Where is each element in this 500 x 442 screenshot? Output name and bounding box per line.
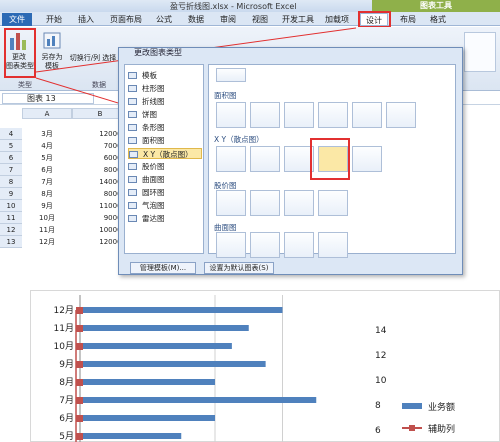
surface-subtype-thumb[interactable]	[250, 232, 280, 258]
bar	[80, 361, 266, 367]
scatter-chart-icon	[129, 151, 138, 158]
category-item[interactable]: 条形图	[128, 122, 165, 133]
area-subtype-thumb[interactable]	[216, 102, 246, 128]
marker	[76, 307, 83, 314]
surface-subtype-thumb[interactable]	[284, 232, 314, 258]
category-item[interactable]: 面积图	[128, 135, 165, 146]
doughnut-chart-icon	[128, 189, 137, 196]
category-item[interactable]: 圆环图	[128, 187, 165, 198]
folder-icon	[128, 72, 137, 79]
category-label: 曲面图	[142, 175, 165, 184]
stock-subtype-thumb[interactable]	[318, 190, 348, 216]
legend-label: 业务额	[428, 401, 455, 413]
area-subtype-thumb[interactable]	[250, 102, 280, 128]
bar-chart: 5月 6月 7月 8月 9月 10月 11月 12月 6 8 10 12 14 业务额辅助列	[54, 295, 455, 442]
y2-tick-label: 14	[375, 326, 387, 336]
category-item[interactable]: 气泡图	[128, 200, 165, 211]
category-tick-label: 10月	[54, 341, 74, 352]
category-tick-label: 9月	[59, 359, 74, 370]
marker	[76, 379, 83, 386]
bar-chart-icon	[128, 124, 137, 131]
bar	[80, 397, 317, 403]
category-item[interactable]: 股价图	[128, 161, 165, 172]
y2-tick-label: 12	[375, 351, 386, 361]
column-chart-icon	[128, 85, 137, 92]
stock-subtype-thumb[interactable]	[250, 190, 280, 216]
scatter-subtype-thumb[interactable]	[352, 146, 382, 172]
scatter-subtype-thumb[interactable]	[216, 146, 246, 172]
category-label: 面积图	[142, 136, 165, 145]
legend-marker-helper	[409, 425, 415, 431]
area-chart-icon	[128, 137, 137, 144]
category-tick-label: 6月	[59, 413, 74, 424]
y2-tick-label: 10	[375, 376, 387, 386]
set-default-chart-button[interactable]: 设置为默认图表(S)	[204, 262, 274, 274]
marker	[76, 325, 83, 332]
bar	[80, 343, 232, 349]
category-label: 圆环图	[142, 188, 165, 197]
y2-tick-label: 8	[375, 401, 381, 411]
bar	[80, 433, 182, 439]
surface-chart-icon	[128, 176, 137, 183]
scatter-subtype-thumb[interactable]	[250, 146, 280, 172]
category-label: 模板	[142, 71, 157, 80]
category-tick-label: 11月	[54, 323, 74, 334]
category-label: 折线图	[142, 97, 165, 106]
category-label: 气泡图	[142, 201, 165, 210]
bar	[80, 379, 215, 385]
area-subtype-thumb[interactable]	[284, 102, 314, 128]
category-item[interactable]: 曲面图	[128, 174, 165, 185]
area-subtype-thumb[interactable]	[386, 102, 416, 128]
bar	[80, 307, 283, 313]
category-item[interactable]: 雷达图	[128, 213, 165, 224]
category-item[interactable]: 饼图	[128, 109, 157, 120]
radar-chart-icon	[128, 215, 137, 222]
category-tick-label: 12月	[54, 305, 74, 316]
stock-subtype-thumb[interactable]	[216, 190, 246, 216]
marker	[76, 343, 83, 350]
category-item-selected[interactable]: X Y（散点图）	[128, 148, 202, 159]
line-chart-icon	[128, 98, 137, 105]
category-tick-label: 5月	[59, 431, 74, 442]
surface-subtype-thumb[interactable]	[216, 232, 246, 258]
marker	[76, 433, 83, 440]
category-label: 饼图	[142, 110, 157, 119]
legend-swatch-bar	[402, 403, 422, 409]
stock-chart-icon	[128, 163, 137, 170]
category-label: 条形图	[142, 123, 165, 132]
bar	[80, 325, 249, 331]
category-label: 柱形图	[142, 84, 165, 93]
category-item[interactable]: 折线图	[128, 96, 165, 107]
category-label: X Y（散点图）	[143, 150, 193, 159]
dialog-title: 更改图表类型	[134, 48, 182, 57]
bubble-chart-icon	[128, 202, 137, 209]
category-tick-label: 7月	[59, 395, 74, 406]
category-item[interactable]: 柱形图	[128, 83, 165, 94]
marker	[76, 415, 83, 422]
area-subtype-thumb[interactable]	[352, 102, 382, 128]
marker	[76, 397, 83, 404]
bar	[80, 415, 215, 421]
surface-subtype-thumb[interactable]	[318, 232, 348, 258]
highlight-scatter-subtype	[310, 138, 350, 180]
manage-templates-button[interactable]: 管理模板(M)...	[130, 262, 196, 274]
section-scatter: X Y（散点图）	[214, 135, 264, 144]
legend-label: 辅助列	[428, 423, 455, 435]
pie-chart-icon	[128, 111, 137, 118]
stock-subtype-thumb[interactable]	[284, 190, 314, 216]
y2-tick-label: 6	[375, 426, 381, 436]
category-label: 股价图	[142, 162, 165, 171]
category-label: 雷达图	[142, 214, 165, 223]
category-tick-label: 8月	[59, 377, 74, 388]
section-area: 面积图	[214, 91, 237, 100]
marker	[76, 361, 83, 368]
area-subtype-thumb[interactable]	[216, 68, 246, 82]
category-item[interactable]: 模板	[128, 70, 157, 81]
area-subtype-thumb[interactable]	[318, 102, 348, 128]
